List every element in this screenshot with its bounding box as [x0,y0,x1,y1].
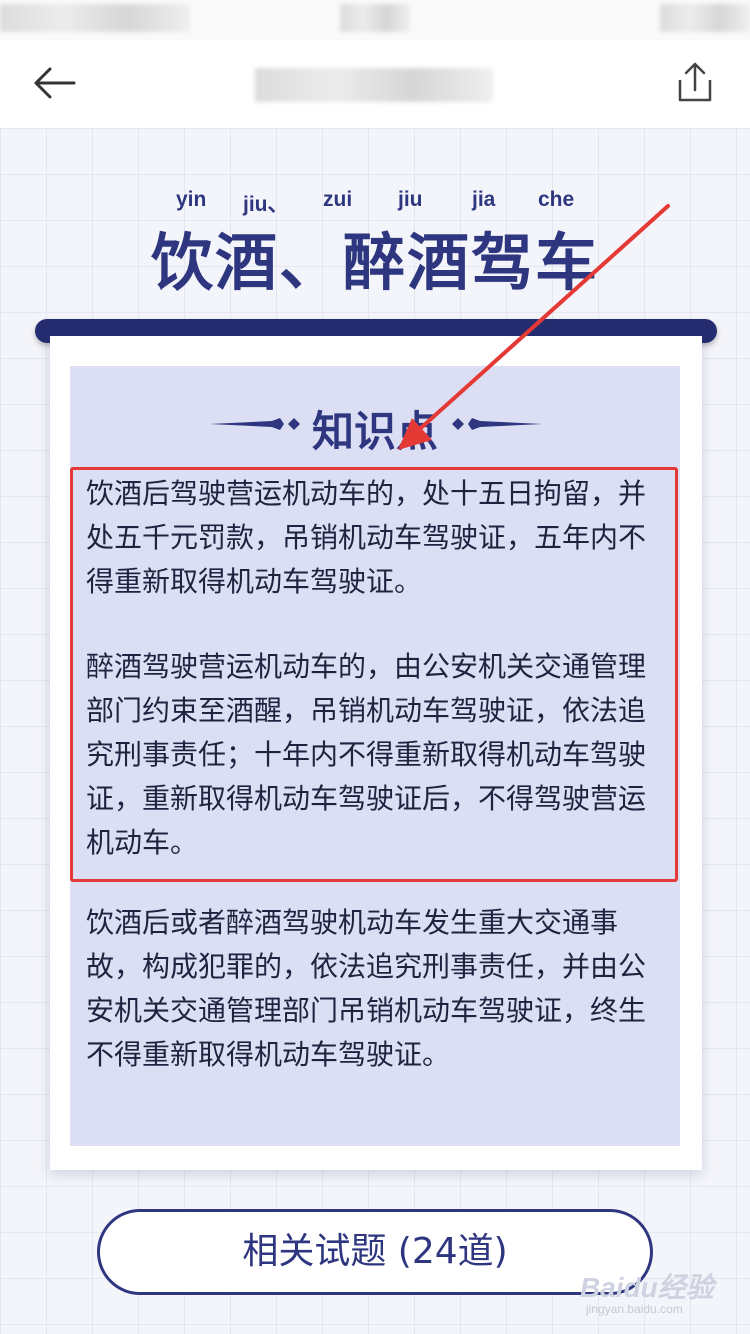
status-bar-right-blur [660,4,750,32]
watermark-brand: Baidu经验 [580,1272,714,1303]
baidu-watermark: Baidu经验 jingyan.baidu.com [580,1266,750,1326]
page-title: 饮酒、醉酒驾车 [150,226,599,299]
highlight-box [70,467,678,882]
page-title-blurred [255,68,493,102]
pinyin-syllable: yin [176,188,207,211]
watermark-url: jingyan.baidu.com [586,1302,683,1316]
status-bar [0,0,750,40]
pinyin-syllable: zui [323,188,353,211]
knowledge-paragraph: 饮酒后或者醉酒驾驶机动车发生重大交通事故，构成犯罪的，依法追究刑事责任，并由公安… [86,906,647,1071]
section-title: 知识点 [311,407,438,456]
nav-bar [0,40,750,129]
status-bar-left-blur [0,4,190,32]
pinyin-syllable: che [538,188,575,211]
status-bar-center-blur [340,4,410,32]
back-arrow-icon[interactable] [28,60,80,106]
pinyin-syllable: jia [472,188,496,211]
pinyin-syllable: jiu [398,188,423,211]
related-questions-button[interactable]: 相关试题 (24道) [97,1209,653,1295]
share-icon[interactable] [670,58,720,108]
right-ornament-icon [452,418,542,430]
